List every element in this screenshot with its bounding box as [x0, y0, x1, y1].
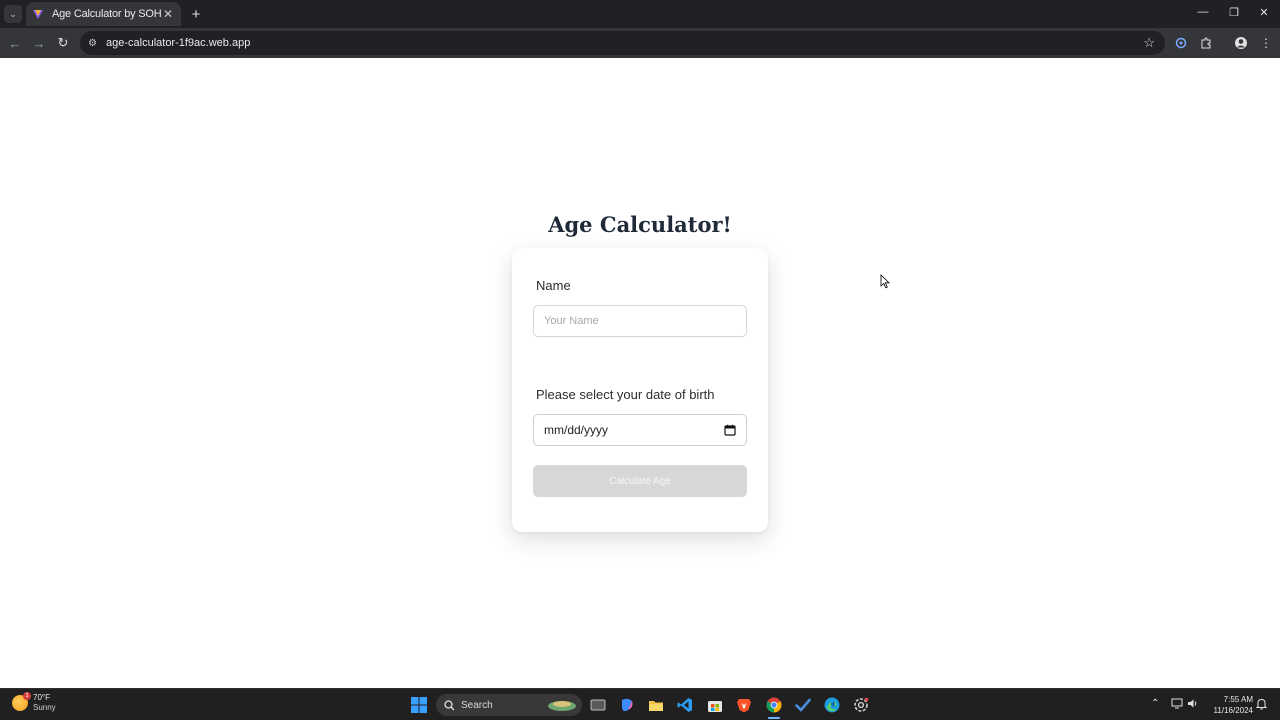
- windows-taskbar: 1 70°F Sunny Search ⌃ 7:55 AM 11/16/2024: [0, 688, 1280, 720]
- dob-label: Please select your date of birth: [536, 387, 715, 402]
- browser-menu-icon[interactable]: ⋮: [1257, 34, 1275, 52]
- file-explorer-icon[interactable]: [647, 696, 665, 714]
- windows-start-icon[interactable]: [410, 696, 428, 714]
- task-view-icon[interactable]: [589, 696, 607, 714]
- site-info-icon[interactable]: ⚙: [88, 38, 102, 49]
- settings-app-icon[interactable]: [852, 696, 870, 714]
- tab-title: Age Calculator by SOHEL RANA: [52, 8, 161, 20]
- clock-time: 7:55 AM: [1223, 695, 1253, 704]
- forward-arrow-icon[interactable]: →: [30, 34, 48, 52]
- notification-bell-icon[interactable]: [1255, 698, 1268, 713]
- show-hidden-icons-chevron-icon[interactable]: ⌃: [1151, 698, 1159, 709]
- weather-widget[interactable]: 1 70°F Sunny: [12, 692, 56, 713]
- todo-check-icon[interactable]: [794, 696, 812, 714]
- weather-condition: Sunny: [33, 703, 56, 712]
- calendar-icon[interactable]: [724, 424, 736, 436]
- page-viewport: Age Calculator! Name Please select your …: [0, 58, 1280, 688]
- browser-tab-strip: ⌄ Age Calculator by SOHEL RANA ✕ + — ❐ ✕: [0, 0, 1280, 28]
- calculate-age-button[interactable]: Calculate Age: [533, 465, 747, 497]
- weather-temperature: 70°F: [33, 693, 50, 702]
- page-title: Age Calculator!: [548, 212, 732, 237]
- age-calculator-card: Name Please select your date of birth mm…: [512, 248, 768, 532]
- search-label: Search: [461, 699, 493, 711]
- notification-badge: 1: [23, 692, 31, 700]
- clock-date: 11/16/2024: [1213, 706, 1253, 715]
- profile-avatar-icon[interactable]: [1232, 34, 1250, 52]
- volume-icon[interactable]: [1187, 698, 1199, 712]
- edge-icon[interactable]: [823, 696, 841, 714]
- tab-close-icon[interactable]: ✕: [161, 7, 175, 21]
- mouse-cursor-icon: [880, 274, 890, 289]
- taskbar-search-box[interactable]: Search: [436, 694, 582, 716]
- new-tab-button[interactable]: +: [187, 5, 205, 23]
- search-highlight-image-icon: [548, 701, 576, 711]
- active-app-indicator: [768, 717, 780, 719]
- name-input[interactable]: [533, 305, 747, 337]
- vscode-icon[interactable]: [676, 696, 694, 714]
- date-of-birth-input[interactable]: mm/dd/yyyy: [533, 414, 747, 446]
- system-clock[interactable]: 7:55 AM 11/16/2024: [1207, 694, 1253, 716]
- date-placeholder: mm/dd/yyyy: [544, 423, 609, 437]
- bookmark-star-icon[interactable]: ☆: [1143, 35, 1155, 51]
- minimize-button[interactable]: —: [1195, 6, 1211, 18]
- site-favicon-icon: [32, 8, 44, 20]
- microsoft-store-icon[interactable]: [706, 696, 724, 714]
- sun-icon: 1: [12, 692, 31, 711]
- name-label: Name: [536, 278, 571, 293]
- copilot-icon[interactable]: [618, 696, 636, 714]
- chrome-icon[interactable]: [765, 696, 783, 714]
- browser-toolbar: ← → ↻ ⚙ age-calculator-1f9ac.web.app ☆ ⋮: [0, 28, 1280, 58]
- reload-icon[interactable]: ↻: [54, 34, 72, 52]
- brave-browser-icon[interactable]: [735, 696, 753, 714]
- restore-button[interactable]: ❐: [1226, 6, 1242, 19]
- tab-search-button[interactable]: ⌄: [4, 5, 22, 23]
- extensions-puzzle-icon[interactable]: [1197, 34, 1215, 52]
- back-arrow-icon[interactable]: ←: [6, 34, 24, 52]
- browser-tab-active[interactable]: Age Calculator by SOHEL RANA ✕: [26, 2, 181, 26]
- extension-icon[interactable]: [1172, 34, 1190, 52]
- address-bar[interactable]: ⚙ age-calculator-1f9ac.web.app ☆: [80, 31, 1165, 55]
- network-icon[interactable]: [1171, 698, 1183, 712]
- search-icon: [444, 699, 455, 710]
- url-text: age-calculator-1f9ac.web.app: [106, 37, 251, 49]
- close-window-button[interactable]: ✕: [1256, 6, 1272, 19]
